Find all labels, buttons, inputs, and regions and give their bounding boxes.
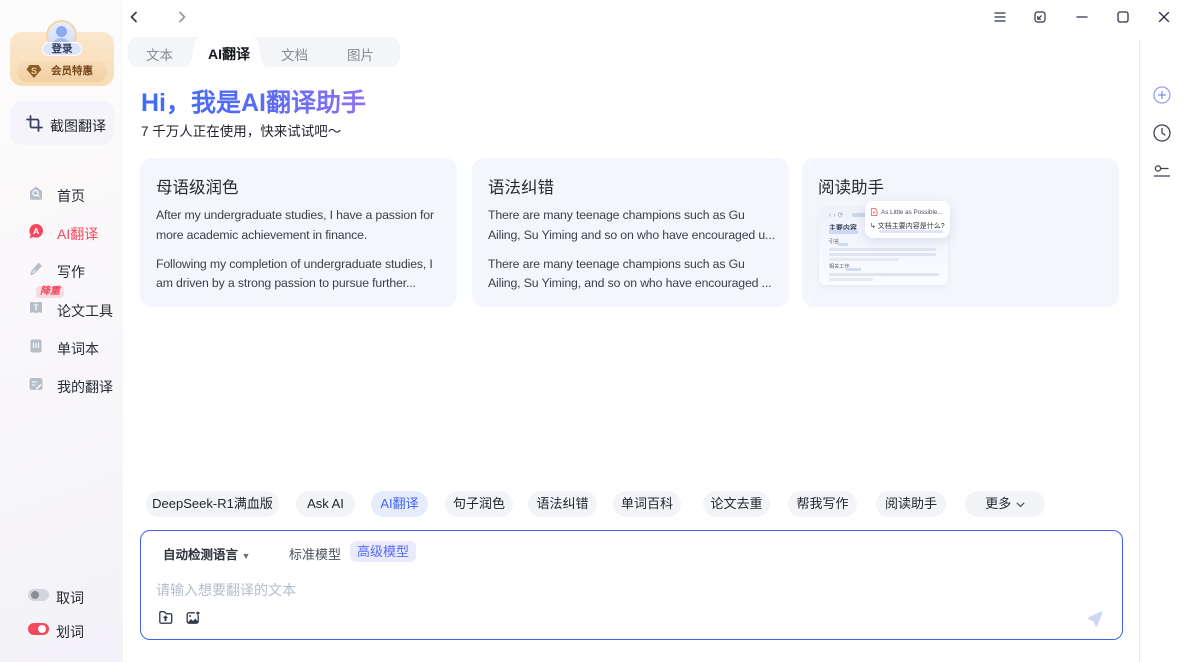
svg-text:T: T	[34, 304, 39, 313]
svg-text:P: P	[873, 211, 876, 215]
svg-text:S: S	[31, 66, 37, 76]
svg-text:A: A	[33, 226, 39, 236]
